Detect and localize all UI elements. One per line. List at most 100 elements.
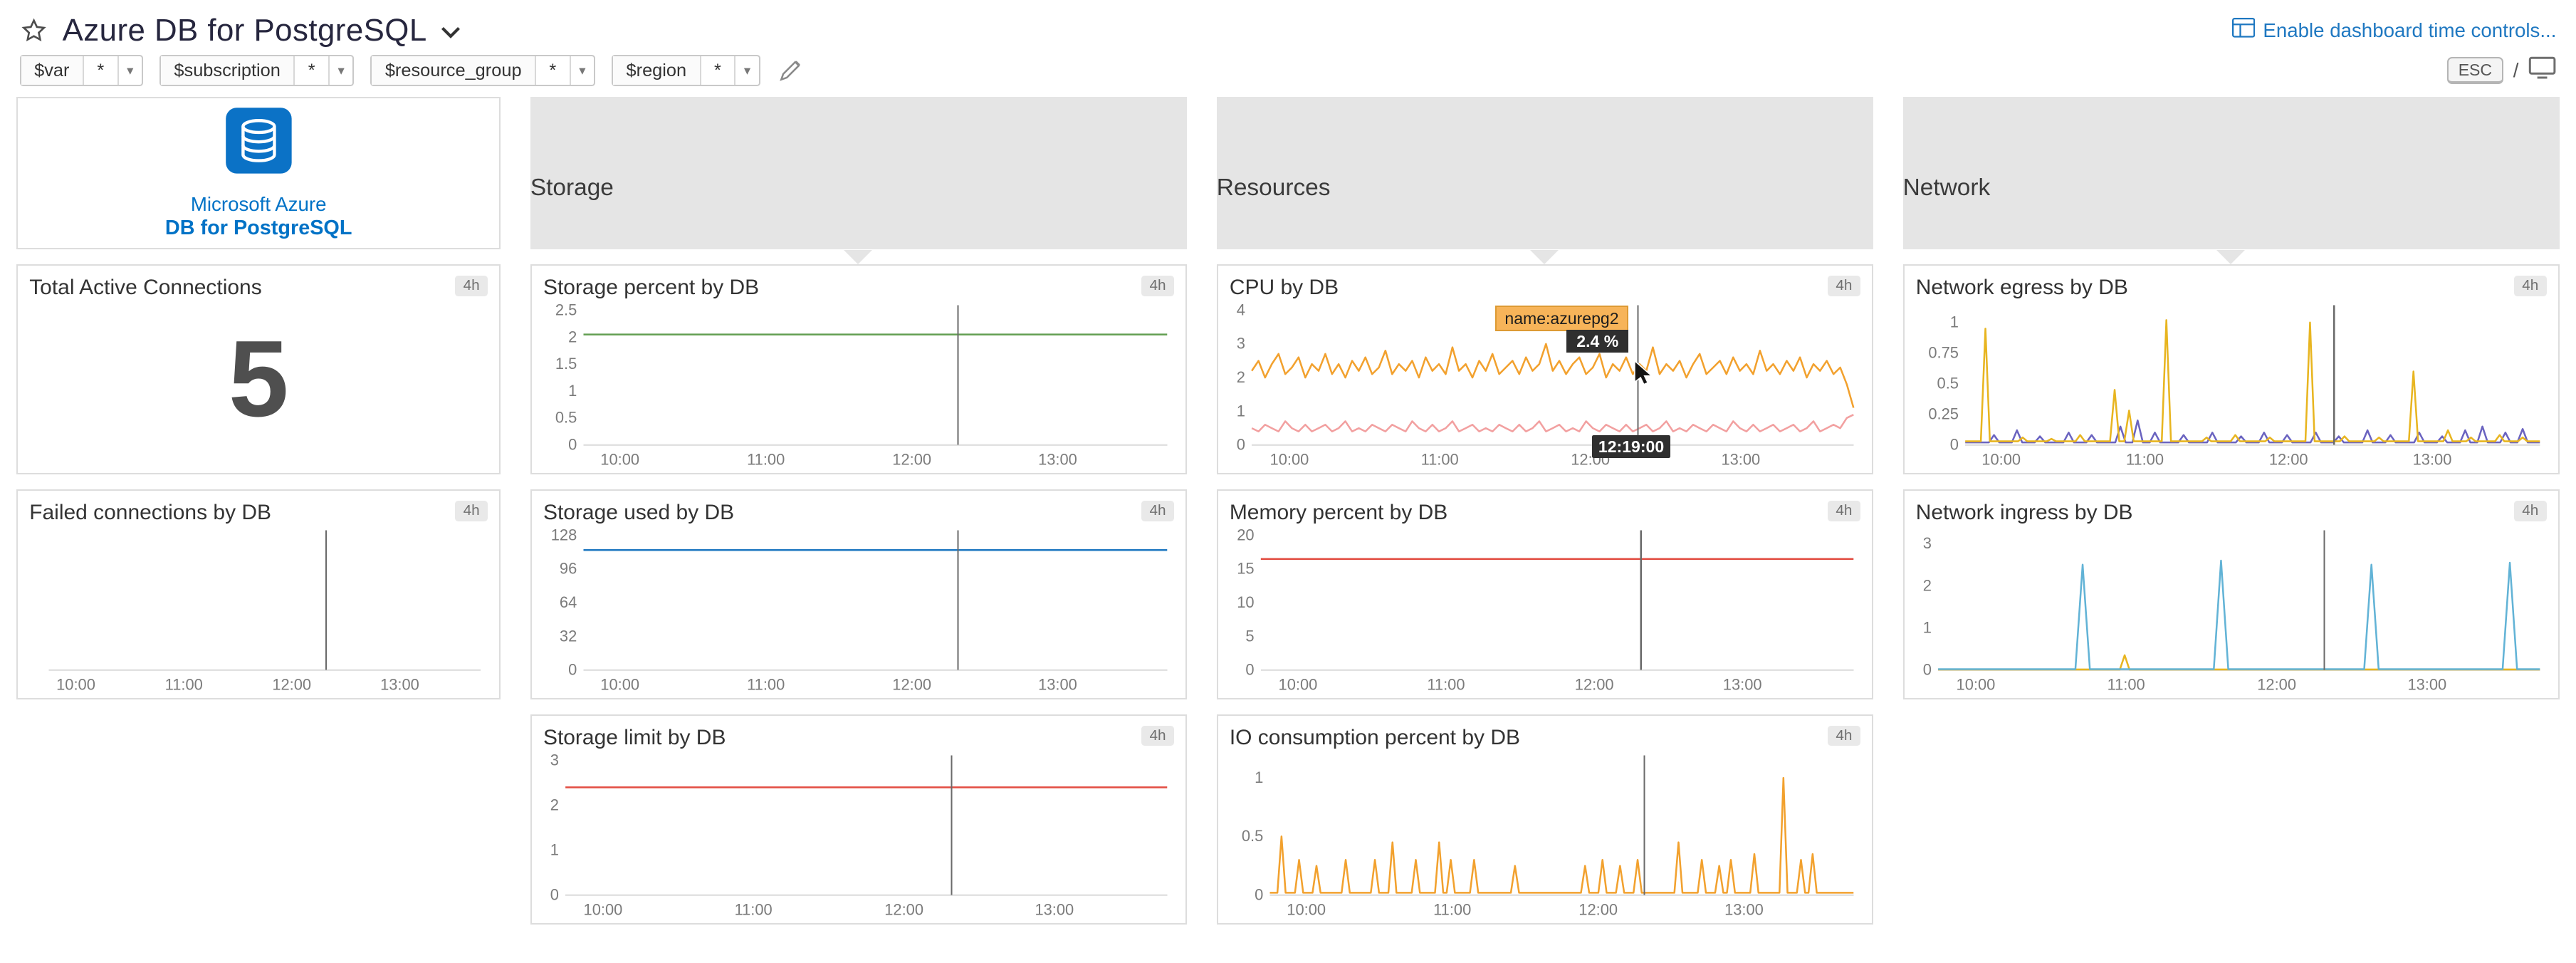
edit-pencil-icon[interactable] [780, 60, 801, 81]
panel-title[interactable]: Failed connections by DB [29, 501, 455, 526]
tooltip-series-label: name:azurepg2 [1495, 306, 1628, 331]
svg-text:12:00: 12:00 [2257, 675, 2296, 693]
range-badge: 4h [1828, 501, 1860, 521]
chart-failed-connections[interactable]: 10:0011:0012:0013:00 [29, 527, 488, 695]
variable-region-chevron-icon[interactable]: ▾ [735, 56, 758, 85]
azure-logo-panel: Microsoft Azure DB for PostgreSQL [16, 97, 501, 249]
chart-network-egress[interactable]: 00.250.50.75110:0011:0012:0013:00 [1916, 302, 2547, 470]
singlestat-value: 5 [29, 302, 488, 470]
variable-subscription-chevron-icon[interactable]: ▾ [330, 56, 352, 85]
svg-text:12:00: 12:00 [273, 675, 312, 693]
svg-text:13:00: 13:00 [2407, 675, 2446, 693]
chart-network-ingress[interactable]: 012310:0011:0012:0013:00 [1916, 527, 2547, 695]
variable-resource-group-value[interactable]: * [536, 56, 571, 85]
svg-text:0.5: 0.5 [1937, 374, 1958, 392]
chart-storage-limit[interactable]: 012310:0011:0012:0013:00 [543, 752, 1174, 920]
panel-title[interactable]: Storage percent by DB [543, 276, 1141, 301]
keyboard-hint-group: ESC / [2447, 56, 2557, 85]
range-badge: 4h [1828, 726, 1860, 746]
chart-cpu[interactable]: 0123410:0011:0012:0013:00name:azurepg22.… [1230, 302, 1860, 470]
panel-title[interactable]: Total Active Connections [29, 276, 455, 301]
svg-text:3: 3 [1922, 534, 1931, 552]
svg-text:1: 1 [550, 840, 559, 858]
svg-text:1: 1 [1237, 402, 1245, 420]
svg-text:1: 1 [568, 382, 577, 400]
svg-text:13:00: 13:00 [380, 675, 419, 693]
panel-io-consumption: IO consumption percent by DB 4h 00.5110:… [1217, 714, 1873, 925]
svg-text:0: 0 [1950, 435, 1959, 453]
svg-text:2: 2 [568, 328, 577, 345]
esc-key-button[interactable]: ESC [2447, 57, 2503, 84]
svg-text:1: 1 [1922, 618, 1931, 636]
chart-storage-percent[interactable]: 00.511.522.510:0011:0012:0013:00 [543, 302, 1174, 470]
svg-text:0: 0 [1237, 435, 1245, 453]
panel-title[interactable]: Memory percent by DB [1230, 501, 1828, 526]
crosshair-time-label: 12:19:00 [1592, 435, 1671, 458]
chart-io-consumption[interactable]: 00.5110:0011:0012:0013:00 [1230, 752, 1860, 920]
variable-subscription-value[interactable]: * [295, 56, 330, 85]
panel-total-active-connections: Total Active Connections 4h 5 [16, 264, 501, 474]
panel-title[interactable]: CPU by DB [1230, 276, 1828, 301]
range-badge: 4h [1141, 501, 1174, 521]
svg-text:10:00: 10:00 [1287, 900, 1326, 918]
svg-text:11:00: 11:00 [735, 900, 773, 918]
svg-text:96: 96 [560, 560, 577, 578]
tooltip-value-label: 2.4 % [1566, 330, 1628, 353]
template-variables-bar: $var * ▾ $subscription * ▾ $resource_gro… [0, 49, 2576, 93]
variable-subscription[interactable]: $subscription * ▾ [159, 55, 354, 86]
variable-var-chevron-icon[interactable]: ▾ [119, 56, 142, 85]
svg-text:10:00: 10:00 [600, 450, 639, 468]
svg-text:32: 32 [560, 627, 577, 645]
svg-text:11:00: 11:00 [1433, 900, 1471, 918]
svg-text:0: 0 [1255, 885, 1263, 903]
svg-text:13:00: 13:00 [1038, 450, 1077, 468]
section-storage-arrow [844, 250, 872, 264]
panel-failed-connections: Failed connections by DB 4h 10:0011:0012… [16, 489, 501, 699]
title-chevron-down-icon[interactable] [440, 26, 461, 41]
section-network-label: Network [1903, 175, 2560, 202]
range-badge: 4h [455, 501, 488, 521]
panel-title[interactable]: Storage used by DB [543, 501, 1141, 526]
panel-title[interactable]: Storage limit by DB [543, 726, 1141, 751]
svg-text:2: 2 [1237, 368, 1245, 386]
variable-resource-group-chevron-icon[interactable]: ▾ [571, 56, 594, 85]
panel-storage-limit: Storage limit by DB 4h 012310:0011:0012:… [530, 714, 1187, 925]
favorite-star-icon[interactable] [20, 16, 48, 44]
svg-text:13:00: 13:00 [1035, 900, 1074, 918]
variable-var[interactable]: $var * ▾ [20, 55, 143, 86]
svg-text:13:00: 13:00 [1724, 900, 1764, 918]
chart-storage-used[interactable]: 032649612810:0011:0012:0013:00 [543, 527, 1174, 695]
svg-text:11:00: 11:00 [2107, 675, 2145, 693]
panel-title[interactable]: Network egress by DB [1916, 276, 2514, 301]
panel-network-ingress: Network ingress by DB 4h 012310:0011:001… [1903, 489, 2560, 699]
variable-resource-group[interactable]: $resource_group * ▾ [370, 55, 595, 86]
panel-title[interactable]: Network ingress by DB [1916, 501, 2514, 526]
variable-region-value[interactable]: * [701, 56, 736, 85]
section-header-storage: Storage [530, 97, 1187, 249]
variable-region-name: $region [613, 56, 701, 85]
svg-text:128: 128 [551, 527, 577, 543]
panel-title[interactable]: IO consumption percent by DB [1230, 726, 1828, 751]
variable-var-value[interactable]: * [84, 56, 119, 85]
svg-text:13:00: 13:00 [1038, 675, 1077, 693]
range-badge: 4h [1141, 726, 1174, 746]
svg-text:12:00: 12:00 [892, 450, 931, 468]
svg-text:10:00: 10:00 [1278, 675, 1317, 693]
svg-text:11:00: 11:00 [165, 675, 203, 693]
dashboard-icon [2232, 18, 2255, 43]
svg-text:11:00: 11:00 [2126, 450, 2164, 468]
svg-text:5: 5 [1245, 627, 1254, 645]
section-header-resources: Resources [1217, 97, 1873, 249]
svg-text:11:00: 11:00 [1427, 675, 1465, 693]
svg-text:12:00: 12:00 [1578, 900, 1618, 918]
svg-text:2: 2 [550, 796, 559, 813]
enable-time-controls-link[interactable]: Enable dashboard time controls... [2232, 18, 2557, 43]
chart-memory-percent[interactable]: 0510152010:0011:0012:0013:00 [1230, 527, 1860, 695]
dashboard-title: Azure DB for PostgreSQL [63, 13, 427, 48]
svg-text:0: 0 [1245, 660, 1254, 678]
variable-region[interactable]: $region * ▾ [612, 55, 760, 86]
slash-separator: / [2513, 59, 2519, 82]
range-badge: 4h [1141, 276, 1174, 296]
tv-mode-icon[interactable] [2528, 56, 2556, 85]
panel-memory-percent: Memory percent by DB 4h 0510152010:0011:… [1217, 489, 1873, 699]
